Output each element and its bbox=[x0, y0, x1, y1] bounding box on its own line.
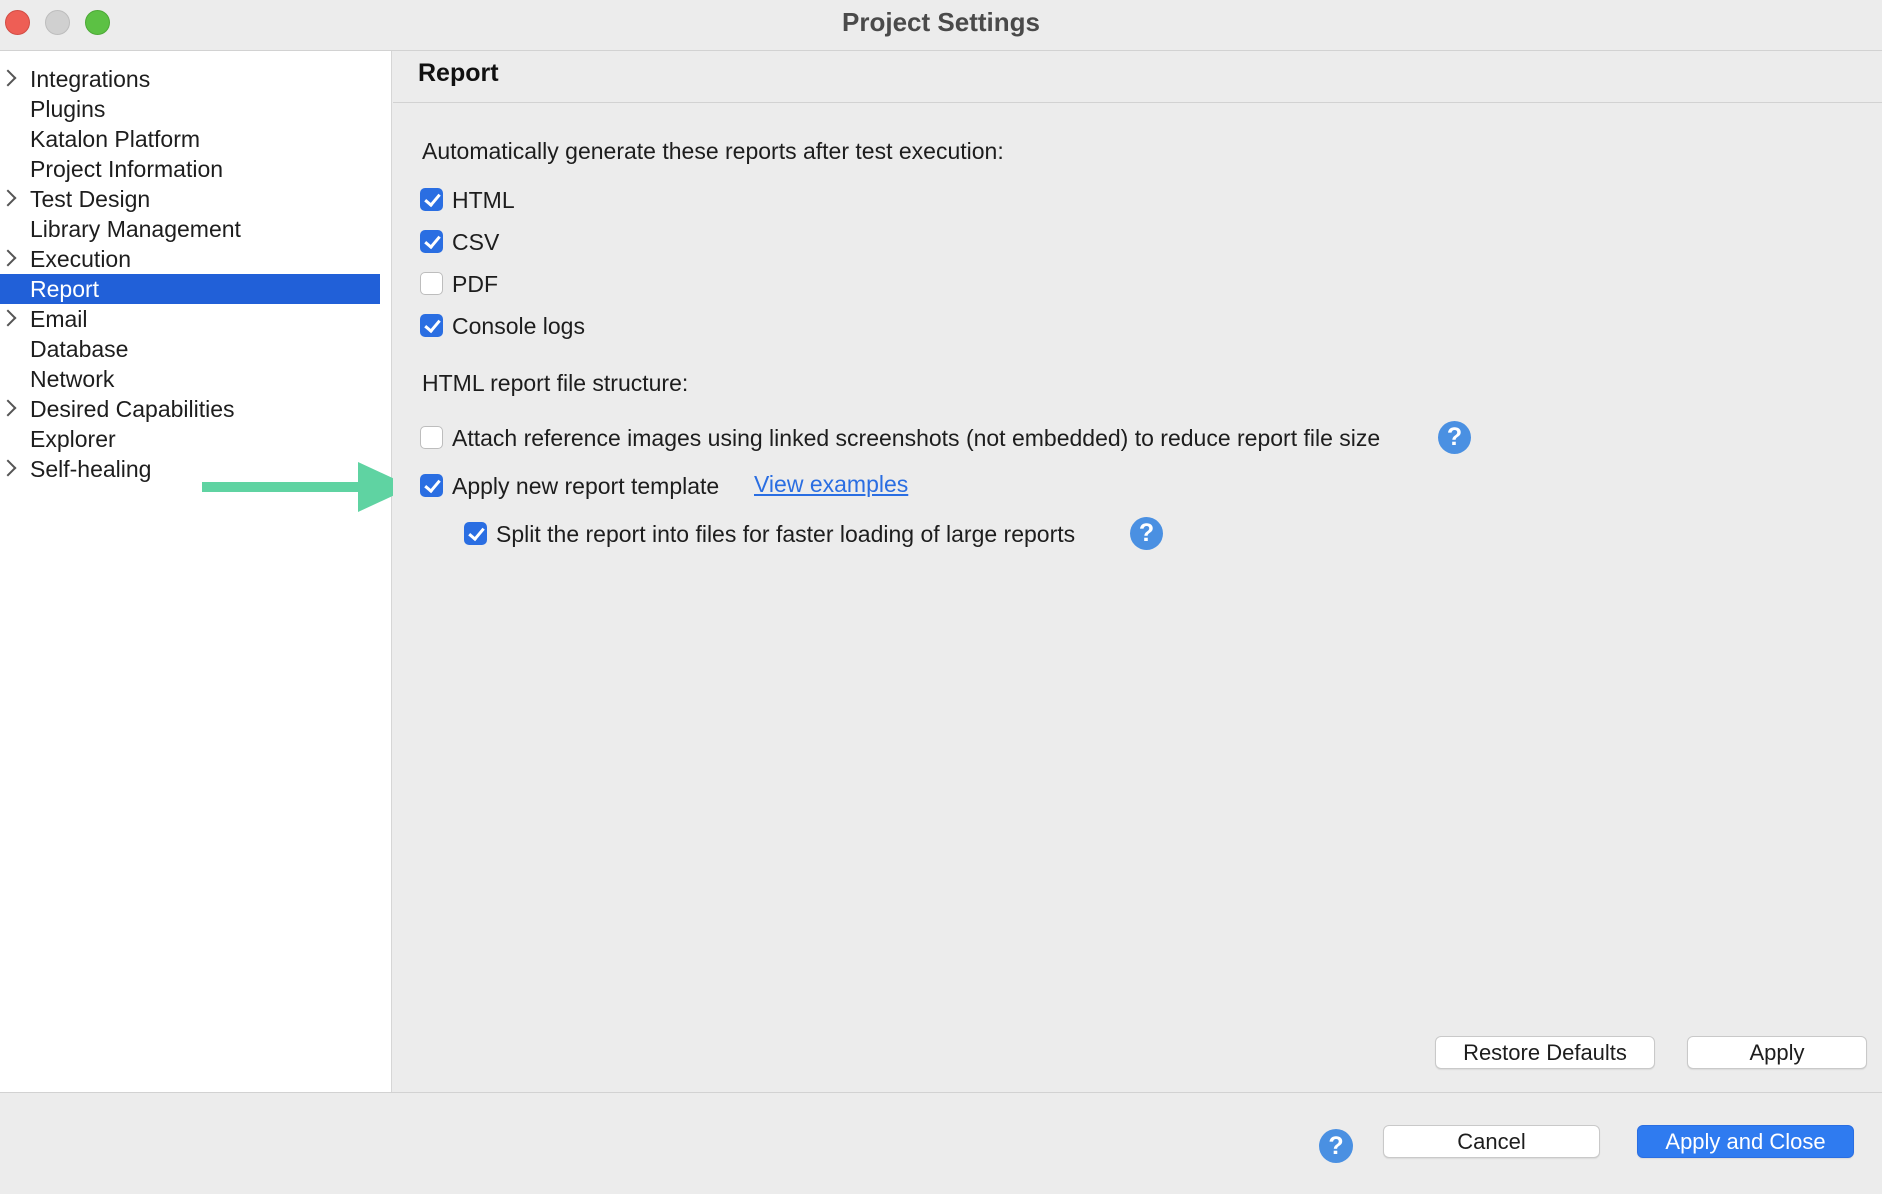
panel-header: Report bbox=[393, 51, 1882, 103]
auto-generate-label: Automatically generate these reports aft… bbox=[422, 138, 1004, 164]
sidebar-item-explorer[interactable]: Explorer bbox=[0, 424, 380, 454]
sidebar-item-label: Email bbox=[30, 306, 88, 332]
sidebar-item-desired-capabilities[interactable]: Desired Capabilities bbox=[0, 394, 380, 424]
csv-report-checkbox[interactable] bbox=[420, 230, 443, 253]
help-icon[interactable]: ? bbox=[1319, 1129, 1353, 1163]
sidebar-item-project-information[interactable]: Project Information bbox=[0, 154, 380, 184]
sidebar-item-integrations[interactable]: Integrations bbox=[0, 64, 380, 94]
sidebar-item-label: Library Management bbox=[30, 216, 241, 242]
chevron-right-icon[interactable] bbox=[0, 249, 17, 267]
sidebar-item-label: Desired Capabilities bbox=[30, 396, 235, 422]
restore-defaults-button[interactable]: Restore Defaults bbox=[1435, 1036, 1655, 1069]
console-logs-checkbox[interactable] bbox=[420, 314, 443, 337]
sidebar-item-plugins[interactable]: Plugins bbox=[0, 94, 380, 124]
sidebar-item-database[interactable]: Database bbox=[0, 334, 380, 364]
html-structure-label: HTML report file structure: bbox=[422, 370, 689, 396]
chevron-right-icon[interactable] bbox=[0, 399, 17, 417]
sidebar-item-report[interactable]: Report bbox=[0, 274, 380, 304]
pdf-report-label[interactable]: PDF bbox=[452, 271, 498, 298]
page-title: Report bbox=[418, 59, 499, 87]
sidebar-item-label: Explorer bbox=[30, 426, 116, 452]
split-report-label[interactable]: Split the report into files for faster l… bbox=[496, 521, 1075, 548]
sidebar-item-label: Plugins bbox=[30, 96, 106, 122]
sidebar-item-katalon-platform[interactable]: Katalon Platform bbox=[0, 124, 380, 154]
apply-and-close-button[interactable]: Apply and Close bbox=[1637, 1125, 1854, 1158]
chevron-right-icon[interactable] bbox=[0, 69, 17, 87]
attach-reference-images-label[interactable]: Attach reference images using linked scr… bbox=[452, 425, 1380, 452]
console-logs-label[interactable]: Console logs bbox=[452, 313, 585, 340]
dialog-footer: ? Cancel Apply and Close bbox=[0, 1092, 1882, 1194]
settings-sidebar: Integrations Plugins Katalon Platform Pr… bbox=[0, 51, 392, 1092]
apply-new-template-label[interactable]: Apply new report template bbox=[452, 473, 719, 500]
sidebar-item-email[interactable]: Email bbox=[0, 304, 380, 334]
project-settings-window: Project Settings Integrations Plugins Ka… bbox=[0, 0, 1882, 1194]
apply-new-template-checkbox[interactable] bbox=[420, 474, 443, 497]
apply-button[interactable]: Apply bbox=[1687, 1036, 1867, 1069]
window-title: Project Settings bbox=[842, 7, 1040, 37]
sidebar-item-label: Database bbox=[30, 336, 129, 362]
chevron-right-icon[interactable] bbox=[0, 309, 17, 327]
split-report-checkbox[interactable] bbox=[464, 522, 487, 545]
html-report-label[interactable]: HTML bbox=[452, 187, 515, 214]
sidebar-item-label: Network bbox=[30, 366, 115, 392]
sidebar-item-label: Execution bbox=[30, 246, 132, 272]
sidebar-item-label: Project Information bbox=[30, 156, 224, 182]
sidebar-item-label: Self-healing bbox=[30, 456, 152, 482]
sidebar-item-label: Test Design bbox=[30, 186, 151, 212]
report-settings-panel: Report Automatically generate these repo… bbox=[393, 51, 1882, 1092]
csv-report-label[interactable]: CSV bbox=[452, 229, 499, 256]
chevron-right-icon[interactable] bbox=[0, 189, 17, 207]
title-bar: Project Settings bbox=[0, 0, 1882, 51]
sidebar-item-execution[interactable]: Execution bbox=[0, 244, 380, 274]
annotation-arrow-icon bbox=[202, 462, 412, 512]
attach-reference-help-icon[interactable]: ? bbox=[1438, 421, 1471, 454]
sidebar-item-network[interactable]: Network bbox=[0, 364, 380, 394]
view-examples-link[interactable]: View examples bbox=[754, 471, 908, 498]
attach-reference-images-checkbox[interactable] bbox=[420, 426, 443, 449]
sidebar-item-library-management[interactable]: Library Management bbox=[0, 214, 380, 244]
chevron-right-icon[interactable] bbox=[0, 459, 17, 477]
sidebar-item-test-design[interactable]: Test Design bbox=[0, 184, 380, 214]
pdf-report-checkbox[interactable] bbox=[420, 272, 443, 295]
split-report-help-icon[interactable]: ? bbox=[1130, 517, 1163, 550]
cancel-button[interactable]: Cancel bbox=[1383, 1125, 1600, 1158]
sidebar-item-label: Report bbox=[30, 276, 100, 302]
html-report-checkbox[interactable] bbox=[420, 188, 443, 211]
sidebar-item-label: Katalon Platform bbox=[30, 126, 201, 152]
sidebar-item-label: Integrations bbox=[30, 66, 151, 92]
